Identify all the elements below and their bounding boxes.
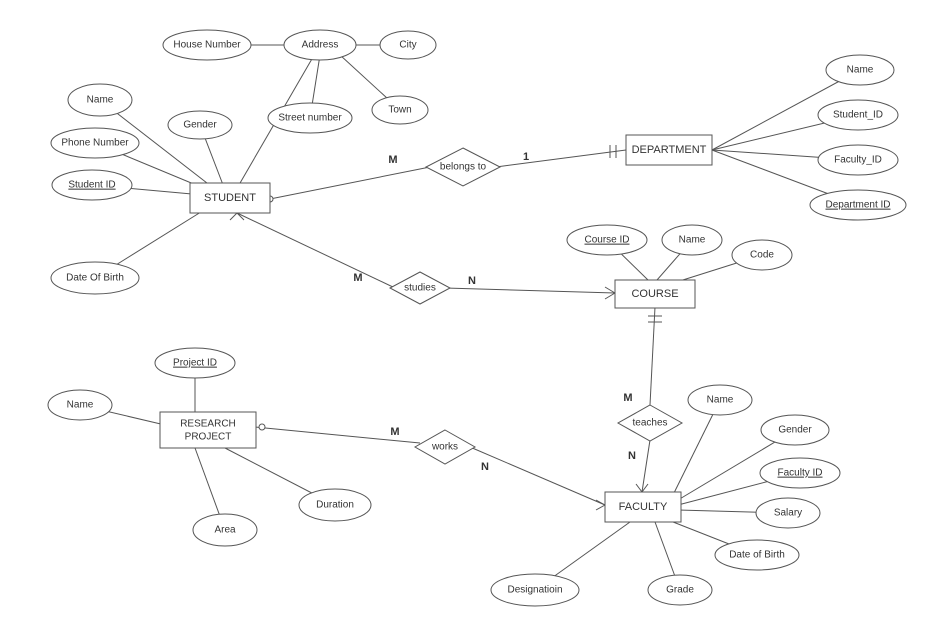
entity-student-label: STUDENT: [204, 192, 256, 204]
attr-student-streetno-label: Street number: [278, 113, 342, 124]
crow-course-left1: [605, 287, 615, 293]
attr-res-projectid-label: Project ID: [173, 358, 217, 369]
attr-res-duration-label: Duration: [316, 500, 354, 511]
attr-dept-facultyid: Faculty_ID: [818, 145, 898, 175]
attr-student-city: City: [380, 31, 436, 59]
relationship-studies-label: studies: [404, 283, 436, 294]
attr-fac-dob-label: Date of Birth: [729, 550, 785, 561]
entity-student: STUDENT: [190, 183, 270, 213]
attr-student-houseno: House Number: [163, 30, 251, 60]
attr-student-studentid: Student ID: [52, 170, 132, 200]
attr-fac-gender: Gender: [761, 415, 829, 445]
attr-fac-facultyid-label: Faculty ID: [777, 468, 822, 479]
card-studies-left: M: [353, 272, 362, 284]
attr-dept-deptid: Department ID: [810, 190, 906, 220]
entity-research-label-2: PROJECT: [185, 432, 232, 443]
edge-student-studies: [237, 213, 395, 288]
attr-student-name: Name: [68, 84, 132, 116]
attr-course-code: Code: [732, 240, 792, 270]
attr-student-houseno-label: House Number: [173, 40, 241, 51]
attr-course-code-label: Code: [750, 250, 774, 261]
attr-dept-deptid-label: Department ID: [825, 200, 890, 211]
relationship-works: works: [415, 430, 475, 464]
card-works-left: M: [390, 426, 399, 438]
attr-fac-grade: Grade: [648, 575, 712, 605]
attr-res-area-label: Area: [214, 525, 236, 536]
attr-res-name-label: Name: [67, 400, 94, 411]
attr-fac-gender-label: Gender: [778, 425, 812, 436]
attr-fac-designation: Designatioin: [491, 574, 579, 606]
attr-student-town: Town: [372, 96, 428, 124]
attr-fac-salary: Salary: [756, 498, 820, 528]
attr-student-phone: Phone Number: [51, 128, 139, 158]
entity-course-label: COURSE: [631, 288, 678, 300]
entity-department-label: DEPARTMENT: [632, 144, 707, 156]
edge-studies-course: [445, 288, 615, 293]
entity-course: COURSE: [615, 280, 695, 308]
attr-student-town-label: Town: [388, 105, 411, 116]
attr-fac-facultyid: Faculty ID: [760, 458, 840, 488]
attr-res-name: Name: [48, 390, 112, 420]
attr-dept-facultyid-label: Faculty_ID: [834, 155, 882, 166]
edge-works-faculty: [470, 447, 605, 505]
relationship-belongs-to: belongs to: [426, 148, 500, 186]
card-teaches-top: M: [623, 392, 632, 404]
attr-student-dob-label: Date Of Birth: [66, 273, 124, 284]
crow-stud-bot1: [230, 213, 237, 220]
crow-fac-left1: [596, 500, 605, 505]
edge-belongsto-department: [496, 150, 626, 167]
attr-dept-name-label: Name: [847, 65, 874, 76]
relationship-studies: studies: [390, 272, 450, 304]
crow-stud-bot2: [237, 213, 244, 220]
attr-res-area: Area: [193, 514, 257, 546]
attr-dept-studentid-label: Student_ID: [833, 110, 883, 121]
attr-res-projectid: Project ID: [155, 348, 235, 378]
attr-student-address: Address: [284, 30, 356, 60]
card-works-right: N: [481, 461, 489, 473]
attr-res-duration: Duration: [299, 489, 371, 521]
card-studies-right: N: [468, 275, 476, 287]
attr-fac-dob: Date of Birth: [715, 540, 799, 570]
attr-student-phone-label: Phone Number: [61, 138, 129, 149]
relationship-teaches: teaches: [618, 405, 682, 441]
attr-student-dob: Date Of Birth: [51, 262, 139, 294]
attr-course-courseid: Course ID: [567, 225, 647, 255]
er-diagram: STUDENT DEPARTMENT COURSE FACULTY RESEAR…: [0, 0, 936, 624]
attr-student-city-label: City: [399, 40, 416, 51]
crow-fac-top1: [636, 484, 642, 492]
attr-dept-name: Name: [826, 55, 894, 85]
card-belongsto-right: 1: [523, 151, 529, 163]
crow-res-circ: [259, 424, 265, 430]
attr-fac-designation-label: Designatioin: [507, 585, 562, 596]
entity-research-label-1: RESEARCH: [180, 419, 236, 430]
entity-faculty-label: FACULTY: [619, 501, 668, 513]
edge-teaches-faculty: [642, 440, 650, 492]
attr-student-gender-label: Gender: [183, 120, 217, 131]
card-teaches-bottom: N: [628, 450, 636, 462]
attr-student-address-label: Address: [302, 40, 339, 51]
relationship-works-label: works: [431, 442, 458, 453]
attr-fac-name: Name: [688, 385, 752, 415]
relationship-belongs-to-label: belongs to: [440, 162, 487, 173]
edge-student-belongsto: [265, 167, 430, 200]
attr-student-streetno: Street number: [268, 103, 352, 133]
attr-student-studentid-label: Student ID: [68, 180, 115, 191]
card-belongsto-left: M: [388, 154, 397, 166]
entity-research-project: RESEARCH PROJECT: [160, 412, 256, 448]
crow-fac-left2: [596, 505, 605, 510]
attr-course-name-label: Name: [679, 235, 706, 246]
crow-course-left2: [605, 293, 615, 299]
attr-student-gender: Gender: [168, 111, 232, 139]
attr-dept-studentid: Student_ID: [818, 100, 898, 130]
attr-student-name-label: Name: [87, 95, 114, 106]
attr-course-name: Name: [662, 225, 722, 255]
relationship-teaches-label: teaches: [632, 418, 667, 429]
attr-course-courseid-label: Course ID: [584, 235, 629, 246]
attr-fac-salary-label: Salary: [774, 508, 802, 519]
entity-faculty: FACULTY: [605, 492, 681, 522]
entity-department: DEPARTMENT: [626, 135, 712, 165]
attr-fac-name-label: Name: [707, 395, 734, 406]
attr-fac-grade-label: Grade: [666, 585, 694, 596]
